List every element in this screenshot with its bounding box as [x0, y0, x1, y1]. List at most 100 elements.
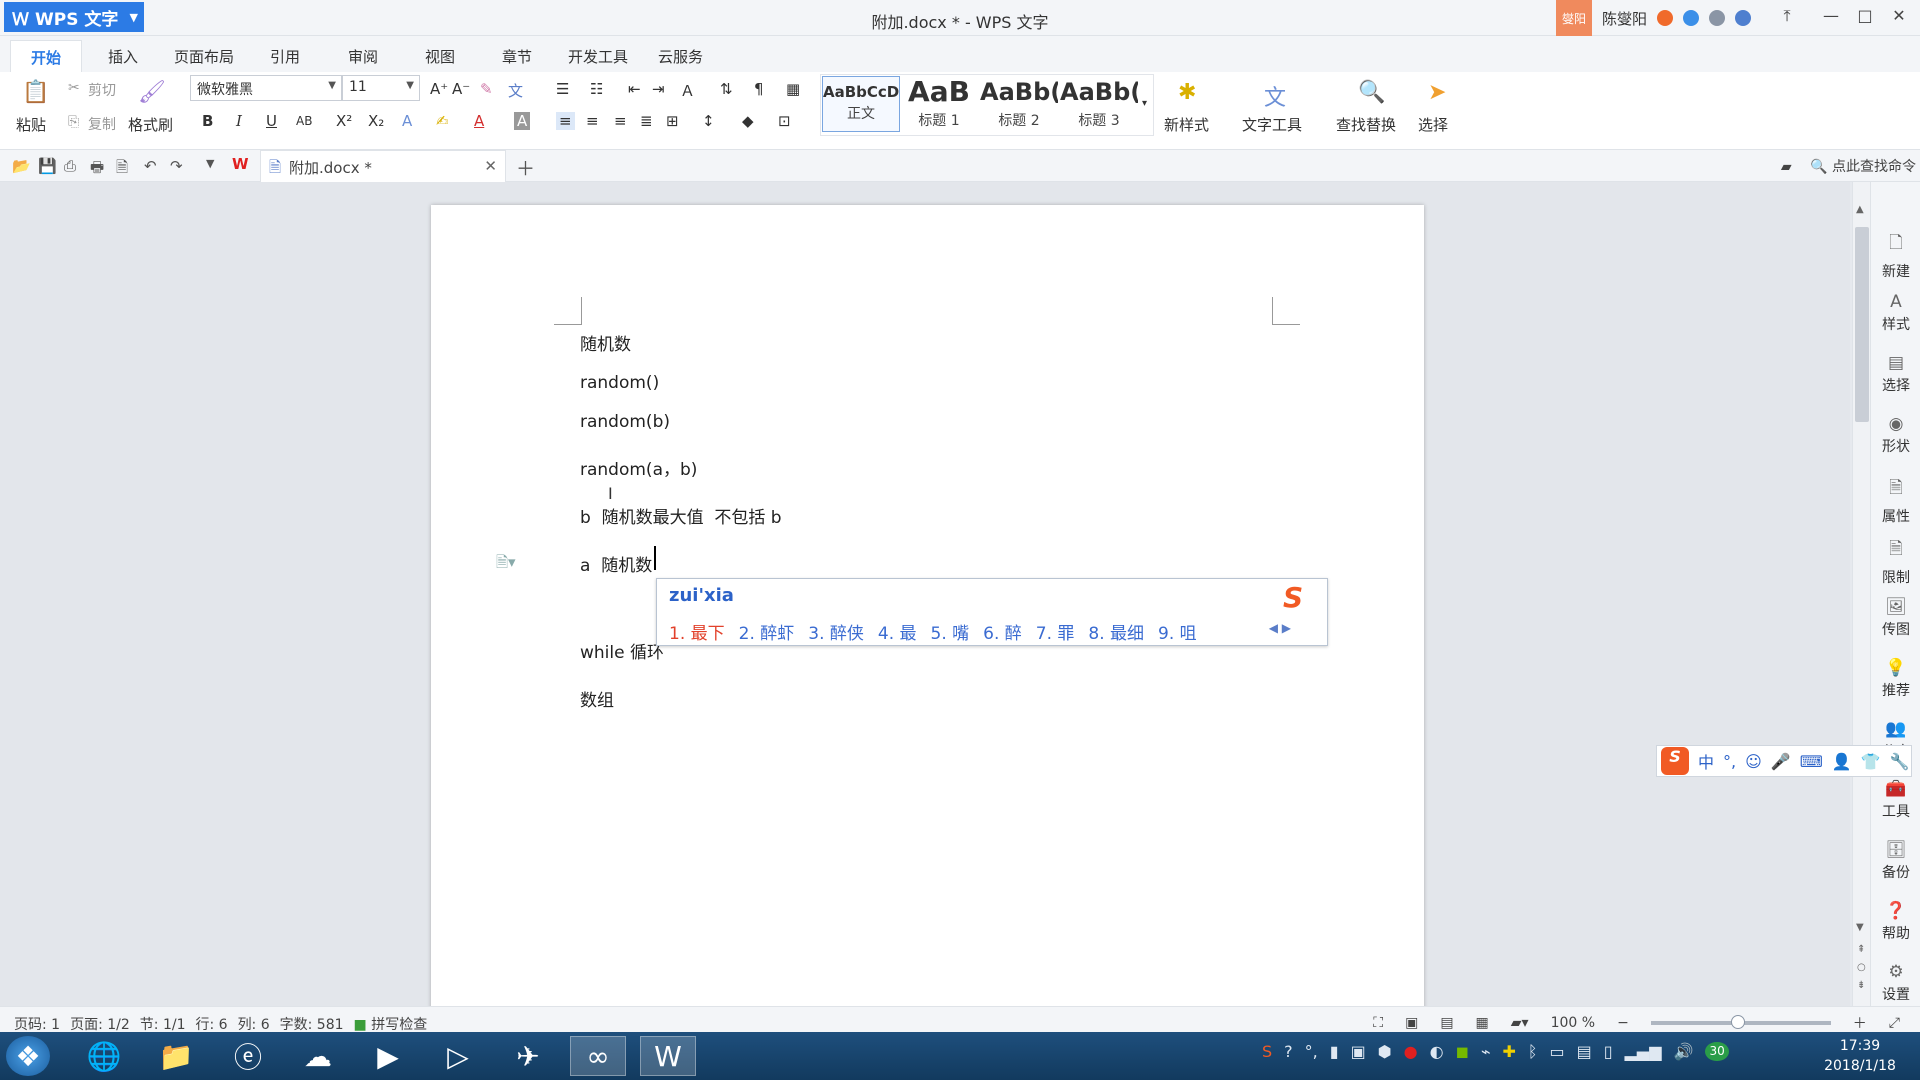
nvidia-tray-icon[interactable]: ◼ [1456, 1042, 1469, 1061]
tab-home[interactable]: 开始 [10, 40, 83, 72]
doc-paragraph[interactable]: random() [580, 373, 659, 393]
clear-format-icon[interactable]: ✎ [480, 80, 493, 98]
emoji-icon[interactable]: ☺ [1745, 752, 1762, 771]
bluetooth-icon[interactable]: ᛒ [1528, 1042, 1538, 1061]
increase-indent-icon[interactable]: ⇥ [652, 80, 665, 98]
ime-candidate[interactable]: 1. 最下 [669, 619, 725, 644]
sort-icon[interactable]: ⇅ [720, 80, 733, 98]
skin-icon[interactable] [1683, 10, 1700, 26]
export-icon[interactable]: ⎙ [64, 157, 76, 175]
print-preview-icon[interactable]: 🗎 [116, 157, 128, 182]
ime-candidate[interactable]: 5. 嘴 [931, 619, 970, 644]
panel-select[interactable]: ▤ 选择 [1871, 353, 1920, 395]
scroll-up-icon[interactable]: ▲ [1856, 204, 1864, 215]
panel-new[interactable]: 🗋 新建 [1871, 230, 1920, 281]
outline-view-icon[interactable]: ▤ [1440, 1015, 1453, 1031]
close-button[interactable]: ✕ [1884, 6, 1914, 30]
doc-paragraph[interactable]: random(b) [580, 412, 670, 432]
copy-icon[interactable]: ⎘ [68, 114, 79, 130]
start-button[interactable]: ❖ [6, 1036, 50, 1076]
italic-icon[interactable]: I [236, 112, 242, 130]
vertical-scrollbar[interactable]: ▲ ▼ ⇞ ○ ⇟ [1852, 182, 1870, 1012]
panel-properties[interactable]: 🗎 属性 [1871, 475, 1920, 526]
new-tab-icon[interactable]: ＋ [516, 154, 535, 181]
ime-candidate[interactable]: 6. 醉 [983, 619, 1022, 644]
line-spacing-icon[interactable]: ↕ [702, 112, 715, 130]
outline-icon[interactable]: ▰ [1781, 159, 1792, 175]
usb-tray-icon[interactable]: ▯ [1604, 1042, 1613, 1061]
text-direction-icon[interactable]: Ａ [680, 80, 695, 101]
bold-icon[interactable]: B [202, 112, 213, 130]
print-icon[interactable]: 🖶 [90, 157, 104, 182]
document-tab[interactable]: 🗎 附加.docx * ✕ [260, 150, 506, 182]
doc-paragraph[interactable]: a 随机数 [580, 551, 652, 576]
maximize-button[interactable]: □ [1850, 6, 1880, 30]
align-center-icon[interactable]: ≡ [586, 112, 599, 130]
border-icon[interactable]: ⊡ [778, 112, 791, 130]
network-tray-icon[interactable]: ⌁ [1481, 1042, 1491, 1061]
format-painter-icon[interactable]: 🖌 [138, 80, 166, 105]
system-clock[interactable]: 17:39 2018/1/18 [1810, 1036, 1910, 1076]
taskbar-app-icon[interactable]: 🌐 [76, 1036, 132, 1076]
align-left-icon[interactable]: ≡ [556, 112, 575, 130]
signal-icon[interactable]: ▂▄▆ [1625, 1042, 1662, 1061]
numbered-list-icon[interactable]: ☷ [590, 80, 603, 98]
close-icon[interactable]: ✕ [484, 157, 497, 175]
char-shading-icon[interactable]: A [514, 112, 531, 130]
next-page-icon[interactable]: ⇟ [1857, 980, 1865, 991]
tab-page-layout[interactable]: 页面布局 [174, 46, 234, 67]
avatar[interactable]: 燮阳 [1556, 0, 1592, 36]
paragraph-shading-icon[interactable]: ◆ [742, 112, 754, 130]
table-icon[interactable]: ▦ [786, 80, 800, 98]
tab-insert[interactable]: 插入 [108, 46, 138, 67]
tab-review[interactable]: 审阅 [348, 46, 378, 67]
user-area[interactable]: 燮阳 陈燮阳 [1556, 0, 1752, 36]
text-tools-button[interactable]: 文字工具 [1242, 114, 1302, 135]
select-button[interactable]: 选择 [1418, 114, 1448, 135]
text-tools-icon[interactable]: 文 [1264, 80, 1286, 112]
show-marks-icon[interactable]: ¶ [754, 80, 764, 98]
style-more-icon[interactable]: ▾ [1142, 98, 1147, 109]
style-heading-2[interactable]: AaBb( 标题 2 [980, 76, 1058, 132]
new-style-button[interactable]: 新样式 [1164, 114, 1209, 135]
user-icon[interactable]: 👤 [1832, 752, 1852, 771]
grow-font-icon[interactable]: A⁺ [430, 80, 448, 98]
align-right-icon[interactable]: ≡ [614, 112, 627, 130]
fit-window-icon[interactable]: ⤢ [1889, 1015, 1900, 1031]
baidu-cloud-icon[interactable]: ☁ [290, 1036, 346, 1076]
browser-icon[interactable]: ⓔ [220, 1036, 276, 1076]
panel-help[interactable]: ❓ 帮助 [1871, 901, 1920, 943]
select-cursor-icon[interactable]: ➤ [1428, 80, 1446, 105]
sogou-logo-icon[interactable]: S [1661, 747, 1689, 775]
wps-writer-icon[interactable]: W [640, 1036, 696, 1076]
zoom-slider[interactable] [1650, 1015, 1831, 1029]
command-search[interactable]: ▰ 🔍 点此查找命令 [1781, 156, 1916, 176]
bullet-list-icon[interactable]: ☰ [556, 80, 569, 98]
paste-icon[interactable]: 📋 [22, 80, 49, 105]
reading-view-icon[interactable]: ▰▾ [1511, 1015, 1529, 1031]
superscript-icon[interactable]: X² [336, 112, 352, 130]
full-screen-view-icon[interactable]: ⛶ [1373, 1015, 1383, 1031]
display-tray-icon[interactable]: ▭ [1550, 1042, 1565, 1061]
font-name-select[interactable]: 微软雅黑 ▼ [190, 75, 342, 101]
text-effect-icon[interactable]: A [402, 112, 412, 130]
vip-icon[interactable] [1657, 10, 1674, 26]
scroll-down-icon[interactable]: ▼ [1856, 922, 1864, 933]
tab-references[interactable]: 引用 [270, 46, 300, 67]
tab-cloud[interactable]: 云服务 [658, 46, 703, 67]
panel-style[interactable]: A 样式 [1871, 292, 1920, 334]
doc-paragraph[interactable]: random(a，b) [580, 455, 697, 480]
security-tray-icon[interactable]: ⬢ [1378, 1042, 1392, 1061]
ime-tray-icon[interactable]: °, [1305, 1042, 1318, 1061]
save-icon[interactable]: 💾 [38, 157, 57, 175]
ime-candidate[interactable]: 2. 醉虾 [739, 619, 795, 644]
paragraph-handle-icon[interactable]: 🗎▾ [496, 552, 516, 577]
doc-paragraph[interactable]: b 随机数最大值 不包括 b [580, 503, 782, 528]
chevron-down-icon[interactable]: ▼ [206, 157, 214, 170]
panel-recommend[interactable]: 💡 推荐 [1871, 658, 1920, 700]
tab-chapter[interactable]: 章节 [502, 46, 532, 67]
ime-punctuation[interactable]: °, [1723, 752, 1736, 771]
browse-object-icon[interactable]: ○ [1857, 962, 1866, 973]
paste-button[interactable]: 粘贴 [16, 114, 46, 135]
font-color-icon[interactable]: A [474, 112, 484, 130]
